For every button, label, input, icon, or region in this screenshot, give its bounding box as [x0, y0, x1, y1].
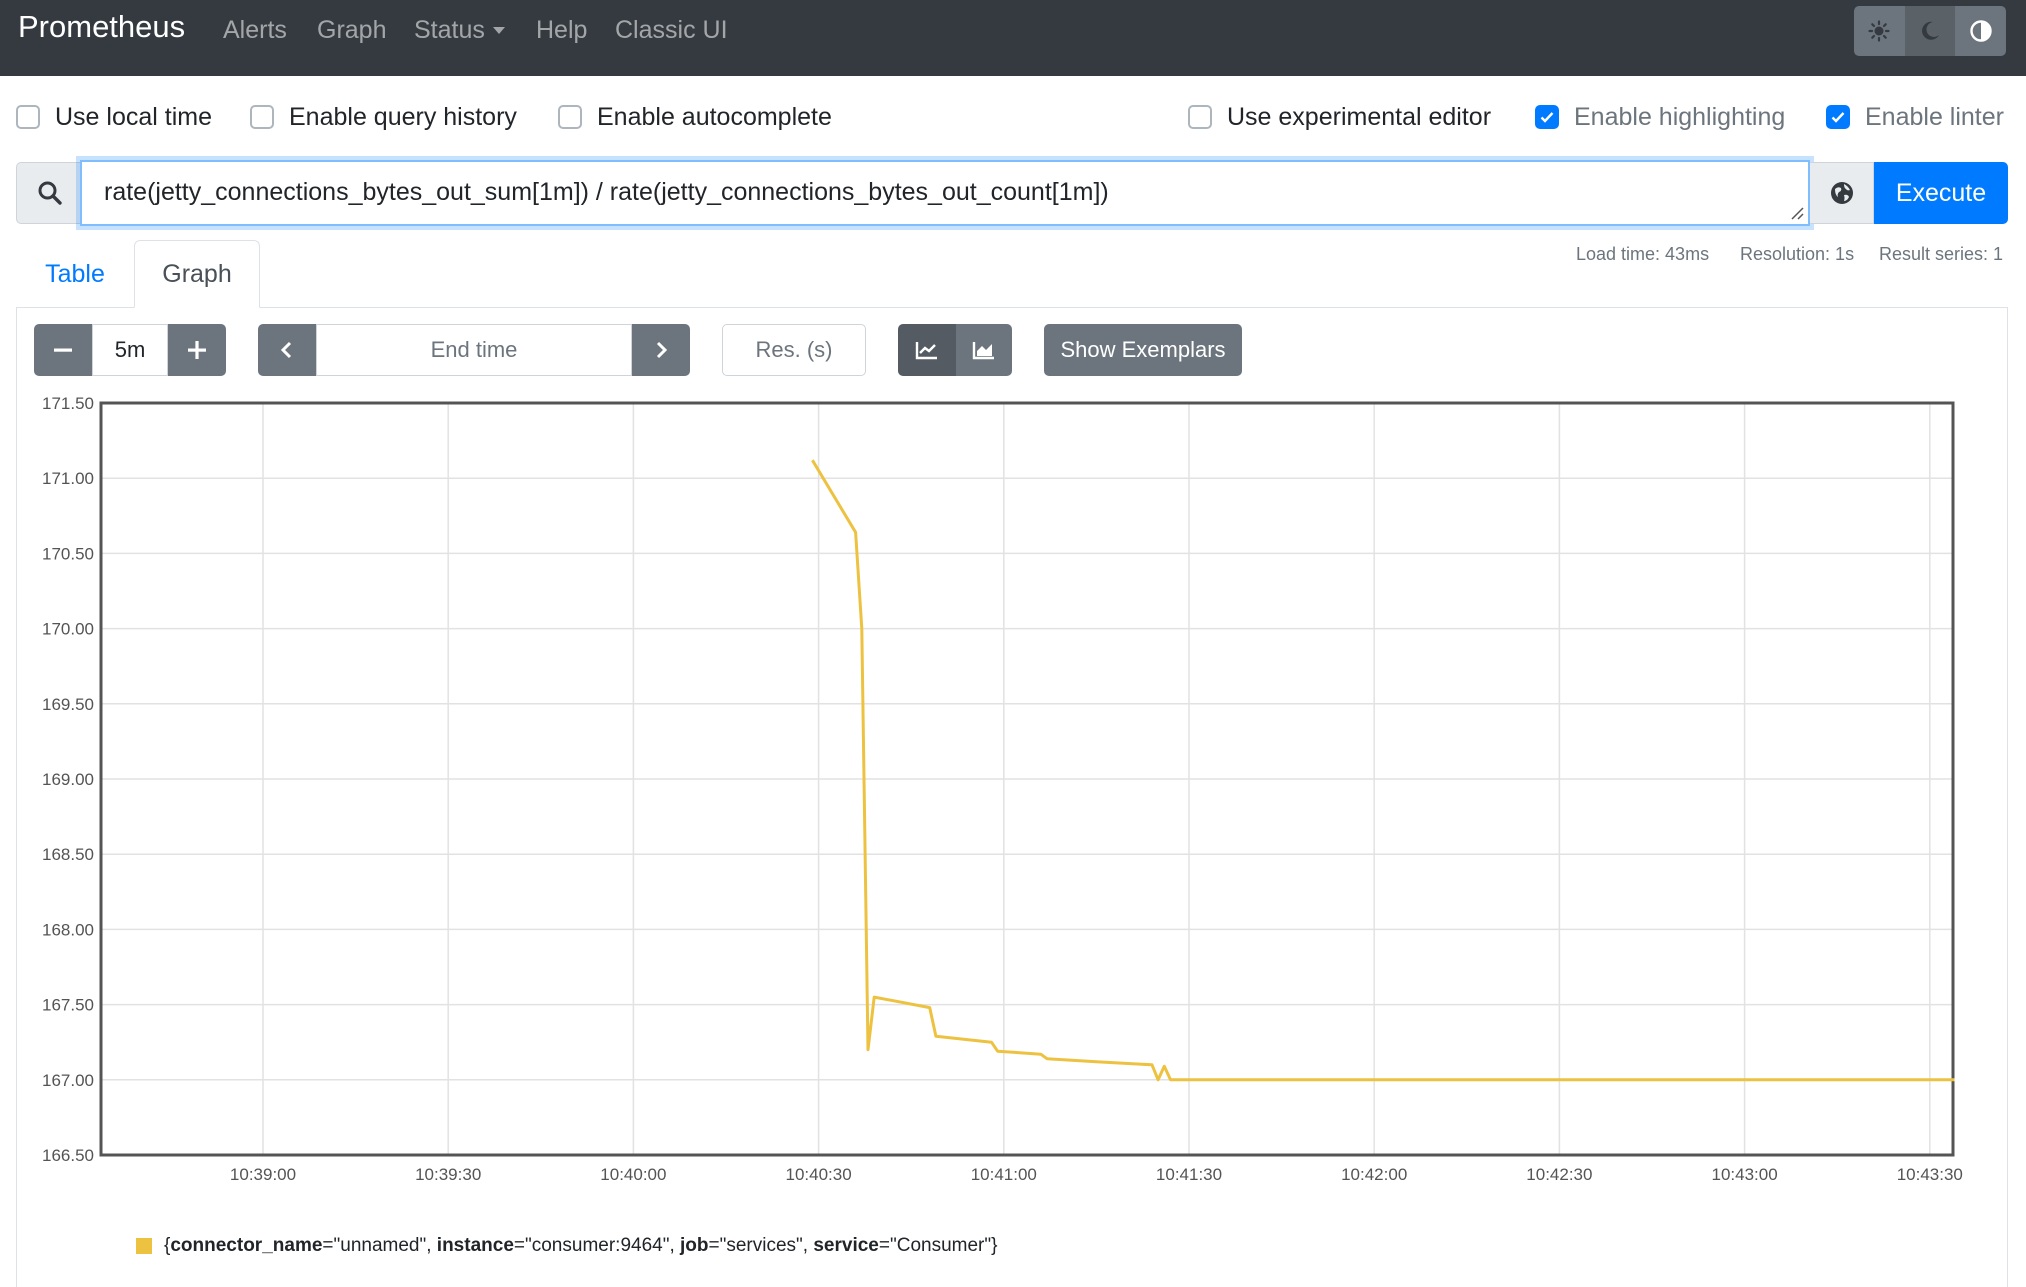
legend-label: {connector_name="unnamed", instance="con…: [164, 1235, 998, 1256]
x-tick-label: 10:39:30: [415, 1165, 481, 1184]
y-tick-label: 166.50: [42, 1146, 94, 1165]
chart-area: 171.50 171.00 170.50 170.00 169.50 169.00 168.…: [42, 394, 1963, 1184]
x-tick-label: 10:41:30: [1156, 1165, 1222, 1184]
y-tick-label: 168.50: [42, 845, 94, 864]
x-tick-label: 10:41:00: [971, 1165, 1037, 1184]
y-tick-label: 168.00: [42, 920, 94, 939]
x-tick-label: 10:43:30: [1897, 1165, 1963, 1184]
legend-item[interactable]: {connector_name="unnamed", instance="con…: [136, 1234, 997, 1258]
y-tick-label: 170.50: [42, 544, 94, 563]
y-tick-label: 171.00: [42, 469, 94, 488]
y-tick-label: 171.50: [42, 394, 94, 413]
x-tick-label: 10:43:00: [1712, 1165, 1778, 1184]
y-tick-label: 167.50: [42, 996, 94, 1015]
y-tick-label: 169.50: [42, 695, 94, 714]
x-tick-label: 10:40:30: [786, 1165, 852, 1184]
y-tick-label: 167.00: [42, 1071, 94, 1090]
tab-graph[interactable]: Graph: [134, 240, 260, 308]
y-tick-label: 169.00: [42, 770, 94, 789]
y-tick-label: 170.00: [42, 620, 94, 639]
grid-lines: [101, 402, 1953, 1156]
x-tick-label: 10:42:00: [1341, 1165, 1407, 1184]
x-tick-label: 10:42:30: [1526, 1165, 1592, 1184]
x-axis-labels: 10:39:00 10:39:30 10:40:00 10:40:30 10:41:00…: [230, 1165, 1963, 1184]
x-tick-label: 10:40:00: [600, 1165, 666, 1184]
x-tick-label: 10:39:00: [230, 1165, 296, 1184]
series-color-swatch: [136, 1238, 152, 1254]
y-axis-labels: 171.50 171.00 170.50 170.00 169.50 169.00 168.…: [42, 394, 94, 1165]
